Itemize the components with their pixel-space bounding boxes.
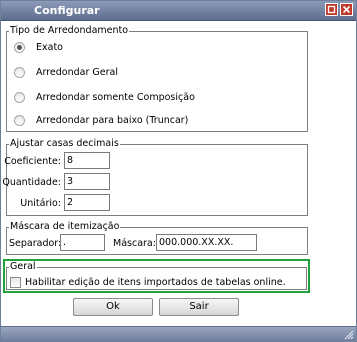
radio-label: Arredondar somente Composição (36, 92, 195, 103)
separator-input[interactable]: . (60, 234, 105, 251)
ok-button[interactable]: Ok (73, 298, 153, 316)
rounding-legend: Tipo de Arredondamento (10, 25, 129, 36)
mask-input[interactable]: 000.000.XX.XX. (156, 234, 257, 251)
radio-truncar[interactable]: Arredondar para baixo (Truncar) (14, 115, 188, 126)
status-bar (1, 326, 356, 341)
minimize-button[interactable] (325, 3, 338, 16)
enable-import-edit-option[interactable]: Habilitar edição de itens importados de … (10, 277, 286, 288)
close-icon (342, 5, 351, 14)
general-legend: Geral (10, 261, 36, 272)
mask-legend: Máscara de itemização (10, 221, 120, 232)
radio-arredondar-composicao[interactable]: Arredondar somente Composição (14, 92, 195, 103)
resize-grip-icon[interactable] (344, 330, 354, 340)
mask-label: Máscara: (113, 238, 156, 249)
radio-arredondar-geral[interactable]: Arredondar Geral (14, 67, 118, 78)
decimals-legend: Ajustar casas decimais (10, 138, 119, 149)
quantidade-label: Quantidade: (2, 177, 61, 188)
enable-import-edit-checkbox[interactable] (10, 277, 21, 288)
exit-button[interactable]: Sair (159, 298, 239, 316)
configurar-dialog: Configurar Tipo de Arredondamento Exato … (0, 0, 357, 342)
dialog-body: Tipo de Arredondamento Exato Arredondar … (1, 21, 356, 327)
unitario-input[interactable]: 2 (64, 194, 110, 211)
radio-exato[interactable]: Exato (14, 42, 63, 53)
radio-button[interactable] (14, 115, 25, 126)
unitario-label: Unitário: (20, 198, 61, 209)
checkbox-label: Habilitar edição de itens importados de … (25, 277, 286, 288)
quantidade-input[interactable]: 3 (64, 173, 110, 190)
title-bar[interactable]: Configurar (1, 1, 356, 21)
minimize-icon (327, 5, 336, 14)
radio-label: Exato (36, 42, 63, 53)
separator-label: Separador: (9, 238, 62, 249)
radio-button-selected[interactable] (14, 42, 25, 53)
close-button[interactable] (340, 3, 353, 16)
radio-label: Arredondar Geral (36, 67, 118, 78)
coeficiente-label: Coeficiente: (4, 156, 61, 167)
radio-button[interactable] (14, 92, 25, 103)
radio-label: Arredondar para baixo (Truncar) (36, 115, 189, 126)
coeficiente-input[interactable]: 8 (64, 152, 110, 169)
radio-button[interactable] (14, 67, 25, 78)
window-title: Configurar (34, 4, 100, 17)
